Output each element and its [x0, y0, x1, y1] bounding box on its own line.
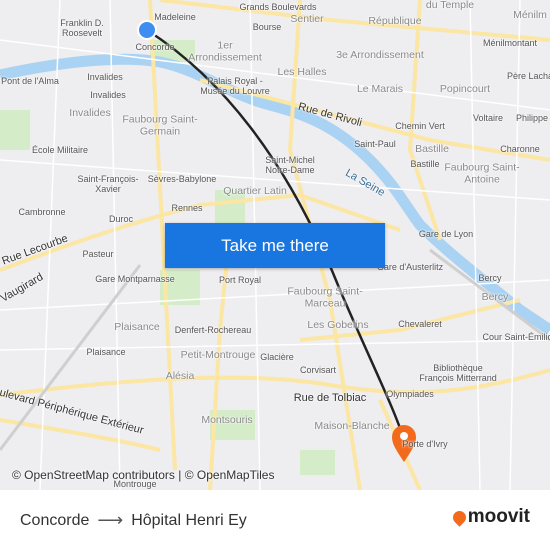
map-label: Faubourg Saint-Antoine	[444, 161, 520, 185]
map-label: Bercy	[481, 291, 509, 304]
map-label: Grands Boulevards	[239, 2, 317, 13]
map-label: Port Royal	[218, 275, 262, 286]
map-label: Faubourg Saint-Germain	[122, 113, 198, 137]
footer: Concorde ⟶ Hôpital Henri Ey moovit	[0, 490, 550, 550]
map[interactable]: Madeleine Grands Boulevards Sentier Répu…	[0, 0, 550, 490]
map-label: Popincourt	[439, 83, 491, 96]
route-summary: Concorde ⟶ Hôpital Henri Ey	[20, 510, 247, 531]
brand-name: moovit	[467, 506, 530, 527]
map-label: Plaisance	[114, 321, 160, 334]
map-label: Denfert-Rochereau	[174, 325, 252, 336]
park-champ-de-mars	[0, 110, 30, 150]
map-label: Maison-Blanche	[314, 420, 390, 433]
map-label: Duroc	[108, 214, 134, 225]
map-label: Bastille	[410, 159, 440, 170]
map-label: Les Halles	[277, 66, 327, 79]
map-label: Ménilmontant	[482, 38, 538, 49]
map-label: Montsouris	[201, 414, 253, 427]
map-label: Sèvres-Babylone	[147, 174, 217, 185]
map-label: Invalides	[87, 72, 123, 83]
map-label: Alésia	[165, 370, 195, 383]
map-label: 1er Arrondissement	[188, 39, 262, 63]
map-label: Plaisance	[86, 347, 126, 358]
map-label: Bastille	[415, 143, 449, 156]
map-label: Corvisart	[299, 365, 337, 376]
map-label: du Temple	[425, 0, 475, 12]
map-label: Cambronne	[18, 207, 66, 218]
map-label: Faubourg Saint-Marceau	[287, 285, 363, 309]
map-label: Olympiades	[386, 389, 434, 400]
map-label: Rennes	[171, 203, 203, 214]
destination-name: Hôpital Henri Ey	[131, 511, 247, 529]
map-label: 3e Arrondissement	[336, 49, 424, 62]
origin-marker[interactable]	[137, 20, 157, 40]
map-label: Gare Montparnasse	[95, 274, 175, 285]
map-label: Pont de l'Alma	[1, 76, 59, 87]
map-label: Cour Saint-Émilion	[482, 332, 550, 343]
map-label: République	[368, 15, 422, 28]
map-label: Rue de Tolbiac	[293, 391, 367, 404]
road-grands-boulevards	[159, 0, 550, 42]
origin-name: Concorde	[20, 511, 90, 529]
map-label: Père Lacha	[506, 71, 550, 82]
road-republique	[407, 0, 442, 241]
map-label: Gare d'Austerlitz	[376, 262, 444, 273]
map-label: Petit-Montrouge	[180, 349, 256, 362]
map-label: Sentier	[290, 13, 324, 26]
map-attribution[interactable]: © OpenStreetMap contributors | © OpenMap…	[12, 468, 274, 482]
map-label: Bercy	[478, 273, 502, 284]
take-me-there-button[interactable]: Take me there	[165, 223, 385, 268]
map-label: Le Marais	[356, 83, 404, 96]
map-label: Glacière	[260, 352, 294, 363]
map-label: Palais Royal - Musée du Louvre	[200, 76, 270, 96]
map-label: Ménilm	[513, 9, 547, 22]
map-label: Quartier Latin	[223, 185, 287, 198]
map-label: Porte d'Ivry	[402, 439, 448, 450]
map-label: Gare de Lyon	[418, 229, 474, 240]
map-label: École Militaire	[31, 145, 89, 156]
map-label: Concorde	[135, 42, 175, 53]
map-label: Saint-Michel Notre-Dame	[265, 155, 315, 175]
map-label: Saint-Paul	[354, 139, 396, 150]
map-label: Bourse	[252, 22, 282, 33]
park-south	[300, 450, 335, 475]
map-label: Charonne	[500, 144, 540, 155]
map-label: Voltaire	[472, 113, 504, 124]
map-label: Chemin Vert	[395, 121, 445, 132]
map-label: Madeleine	[154, 12, 196, 23]
arrow-right-icon: ⟶	[97, 510, 124, 530]
map-label: Bibliothèque François Mitterrand	[419, 363, 497, 383]
moovit-pin-icon	[450, 507, 469, 527]
map-label: Philippe	[515, 113, 549, 124]
map-label: Invalides	[69, 107, 111, 120]
map-label: Les Gobelins	[307, 319, 369, 332]
map-label: Franklin D. Roosevelt	[60, 18, 104, 38]
map-label: Pasteur	[82, 249, 114, 260]
map-label: Invalides	[90, 90, 126, 101]
map-label: Saint-François-Xavier	[77, 174, 139, 194]
moovit-logo[interactable]: moovit	[450, 506, 530, 528]
map-label: Chevaleret	[398, 319, 442, 330]
